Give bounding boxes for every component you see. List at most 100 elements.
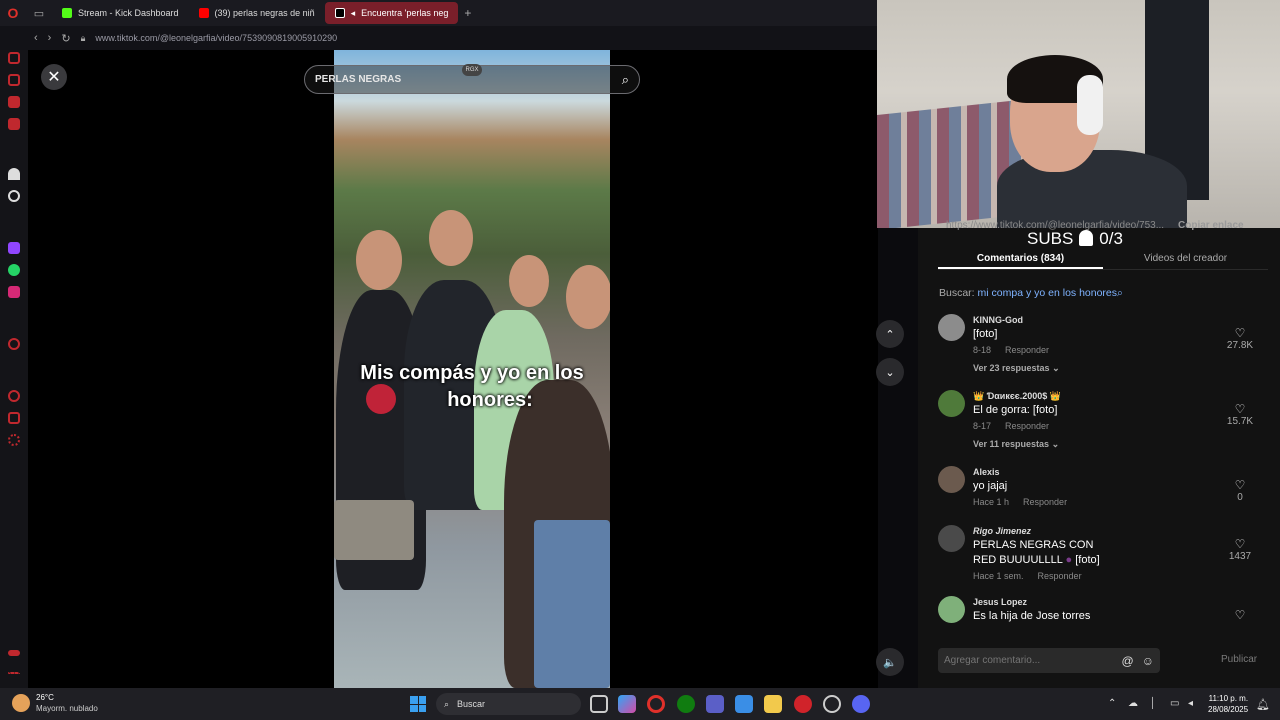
close-button[interactable]: ✕ <box>41 64 67 90</box>
reply-button[interactable]: Responder <box>1005 421 1049 431</box>
tab-tiktok[interactable]: ◂ Encuentra 'perlas neg <box>324 2 459 24</box>
comment-meta: Hace 1 sem. Responder <box>973 571 1223 581</box>
aria-icon[interactable] <box>8 168 20 180</box>
task-view-icon[interactable] <box>590 695 608 713</box>
start-button[interactable] <box>410 696 426 712</box>
clock-date: 28/08/2025 <box>1208 705 1249 714</box>
tab-kick-dashboard[interactable]: Stream - Kick Dashboard <box>52 2 189 24</box>
twitch-icon[interactable] <box>8 242 20 254</box>
onedrive-icon[interactable]: ☁ <box>1128 698 1138 709</box>
comment-input[interactable] <box>944 655 1114 666</box>
notification-bell-icon[interactable]: 🔔︎ <box>1256 698 1270 711</box>
comment-body: Jesus Lopez Es la hija de Jose torres <box>973 596 1223 623</box>
volume-button[interactable]: 🔈 <box>876 648 904 676</box>
app-gear-icon[interactable] <box>823 695 841 713</box>
search-suggestion-link[interactable]: mi compa y yo en los honores <box>978 287 1117 299</box>
comment-item: Alexis yo jajaj Hace 1 h Responder ♡ 0 <box>938 466 1260 516</box>
new-tab-button[interactable]: + <box>458 6 477 20</box>
player-icon[interactable] <box>8 338 20 350</box>
publish-button[interactable]: Publicar <box>1221 654 1257 665</box>
reply-button[interactable]: Responder <box>1023 497 1067 507</box>
tab-creator-videos[interactable]: Videos del creador <box>1103 248 1268 269</box>
bookmark-icon[interactable] <box>8 412 20 424</box>
avatar[interactable] <box>938 596 965 623</box>
chatgpt-icon[interactable] <box>8 190 20 202</box>
comment-date: 8-18 <box>973 345 992 355</box>
avatar[interactable] <box>938 314 965 341</box>
tiktok-icon <box>334 8 345 18</box>
comment-body: 👑 Ɗαикєє.2000$ 👑 El de gorra: [foto] 8-1… <box>973 390 1223 450</box>
search-prefix: Buscar: <box>939 287 975 299</box>
emoji-icon[interactable]: ☺ <box>1142 654 1154 668</box>
history-icon[interactable] <box>8 52 20 64</box>
workspaces-icon[interactable]: ▭ <box>26 0 52 26</box>
tab-comments[interactable]: Comentarios (834) <box>938 248 1103 269</box>
video-player[interactable]: Mis compás y yo en los honores: <box>334 50 610 688</box>
mic-icon[interactable]: │ <box>1150 698 1156 709</box>
gmail-icon[interactable] <box>8 118 20 130</box>
avatar[interactable] <box>938 525 965 552</box>
comment-text-line-2: RED BUUUULLLL ● [foto] <box>973 553 1223 567</box>
discord-icon[interactable] <box>852 695 870 713</box>
taskbar-search[interactable]: ⌕ Buscar <box>436 693 581 715</box>
shopping-icon[interactable] <box>8 74 20 86</box>
comment-author[interactable]: 👑 Ɗαикєє.2000$ 👑 <box>973 390 1223 402</box>
comment-author[interactable]: Alexis <box>973 466 1223 478</box>
whatsapp-icon[interactable] <box>8 264 20 276</box>
reply-button[interactable]: Responder <box>1005 345 1049 355</box>
app-red-icon[interactable] <box>794 695 812 713</box>
xbox-icon[interactable] <box>677 695 695 713</box>
like-button[interactable]: ♡ 1437 <box>1220 537 1260 562</box>
shorts-shape <box>334 500 414 560</box>
comment-item: 👑 Ɗαикєє.2000$ 👑 El de gorra: [foto] 8-1… <box>938 390 1260 456</box>
close-icon: ✕ <box>47 69 61 86</box>
caption-line-1: Mis compás y yo en los <box>360 362 584 384</box>
opera-taskbar-icon[interactable] <box>647 695 665 713</box>
network-icon[interactable]: ▭ <box>1170 698 1179 709</box>
view-replies-button[interactable]: Ver 11 respuestas ⌄ <box>973 439 1223 450</box>
speaker-icon: ◂ <box>350 7 356 18</box>
view-replies-button[interactable]: Ver 23 respuestas ⌄ <box>973 363 1223 374</box>
avatar[interactable] <box>938 466 965 493</box>
clock[interactable]: 11:10 p. m. 28/08/2025 <box>1208 693 1248 715</box>
clock-icon[interactable] <box>8 390 20 402</box>
gx-icon[interactable] <box>8 650 20 656</box>
like-button[interactable]: ♡ 27.8K <box>1220 326 1260 351</box>
crypto-wallet-icon[interactable] <box>8 96 20 108</box>
reply-button[interactable]: Responder <box>1038 571 1082 581</box>
comment-item: Rigo Jimenez PERLAS NEGRAS CON RED BUUUU… <box>938 525 1260 587</box>
opera-logo-icon[interactable]: O <box>0 0 26 26</box>
comment-text-part: RED BUUUULLLL <box>973 554 1063 566</box>
reload-icon[interactable]: ↻ <box>61 32 70 45</box>
weather-widget[interactable]: 26°C Mayorm. nublado <box>12 692 98 714</box>
url-field[interactable]: www.tiktok.com/@leonelgarfia/video/75390… <box>95 33 337 43</box>
comment-author[interactable]: Jesus Lopez <box>973 596 1223 608</box>
like-button[interactable]: ♡ 15.7K <box>1220 402 1260 427</box>
tray-chevron-icon[interactable]: ⌃ <box>1108 698 1116 709</box>
like-button[interactable]: ♡ <box>1220 608 1260 622</box>
mention-icon[interactable]: @ <box>1122 654 1134 668</box>
next-video-button[interactable]: ⌄ <box>876 358 904 386</box>
settings-icon[interactable] <box>8 434 20 446</box>
video-caption: Mis compás y yo en los honores: <box>334 360 610 414</box>
copilot-icon[interactable] <box>618 695 636 713</box>
forward-icon[interactable]: › <box>48 32 52 44</box>
back-icon[interactable]: ‹ <box>34 32 38 44</box>
comment-author[interactable]: Rigo Jimenez <box>973 525 1223 537</box>
store-icon[interactable] <box>735 695 753 713</box>
teams-icon[interactable] <box>706 695 724 713</box>
search-icon[interactable]: ⌕ <box>622 72 629 88</box>
avatar[interactable] <box>938 390 965 417</box>
like-button[interactable]: ♡ 0 <box>1220 478 1260 503</box>
more-icon[interactable] <box>8 672 20 674</box>
comment-body: KINNG-God [foto] 8-18 Responder Ver 23 re… <box>973 314 1223 374</box>
previous-video-button[interactable]: ⌃ <box>876 320 904 348</box>
tab-youtube[interactable]: (39) perlas negras de niñ <box>189 2 325 24</box>
comment-meta: 8-17 Responder <box>973 421 1223 431</box>
file-explorer-icon[interactable] <box>764 695 782 713</box>
comment-author[interactable]: KINNG-God <box>973 314 1223 326</box>
volume-tray-icon[interactable]: ◂ <box>1188 698 1193 709</box>
copy-link-button[interactable]: Copiar enlace <box>1178 220 1244 231</box>
person-head <box>356 230 402 290</box>
instagram-icon[interactable] <box>8 286 20 298</box>
